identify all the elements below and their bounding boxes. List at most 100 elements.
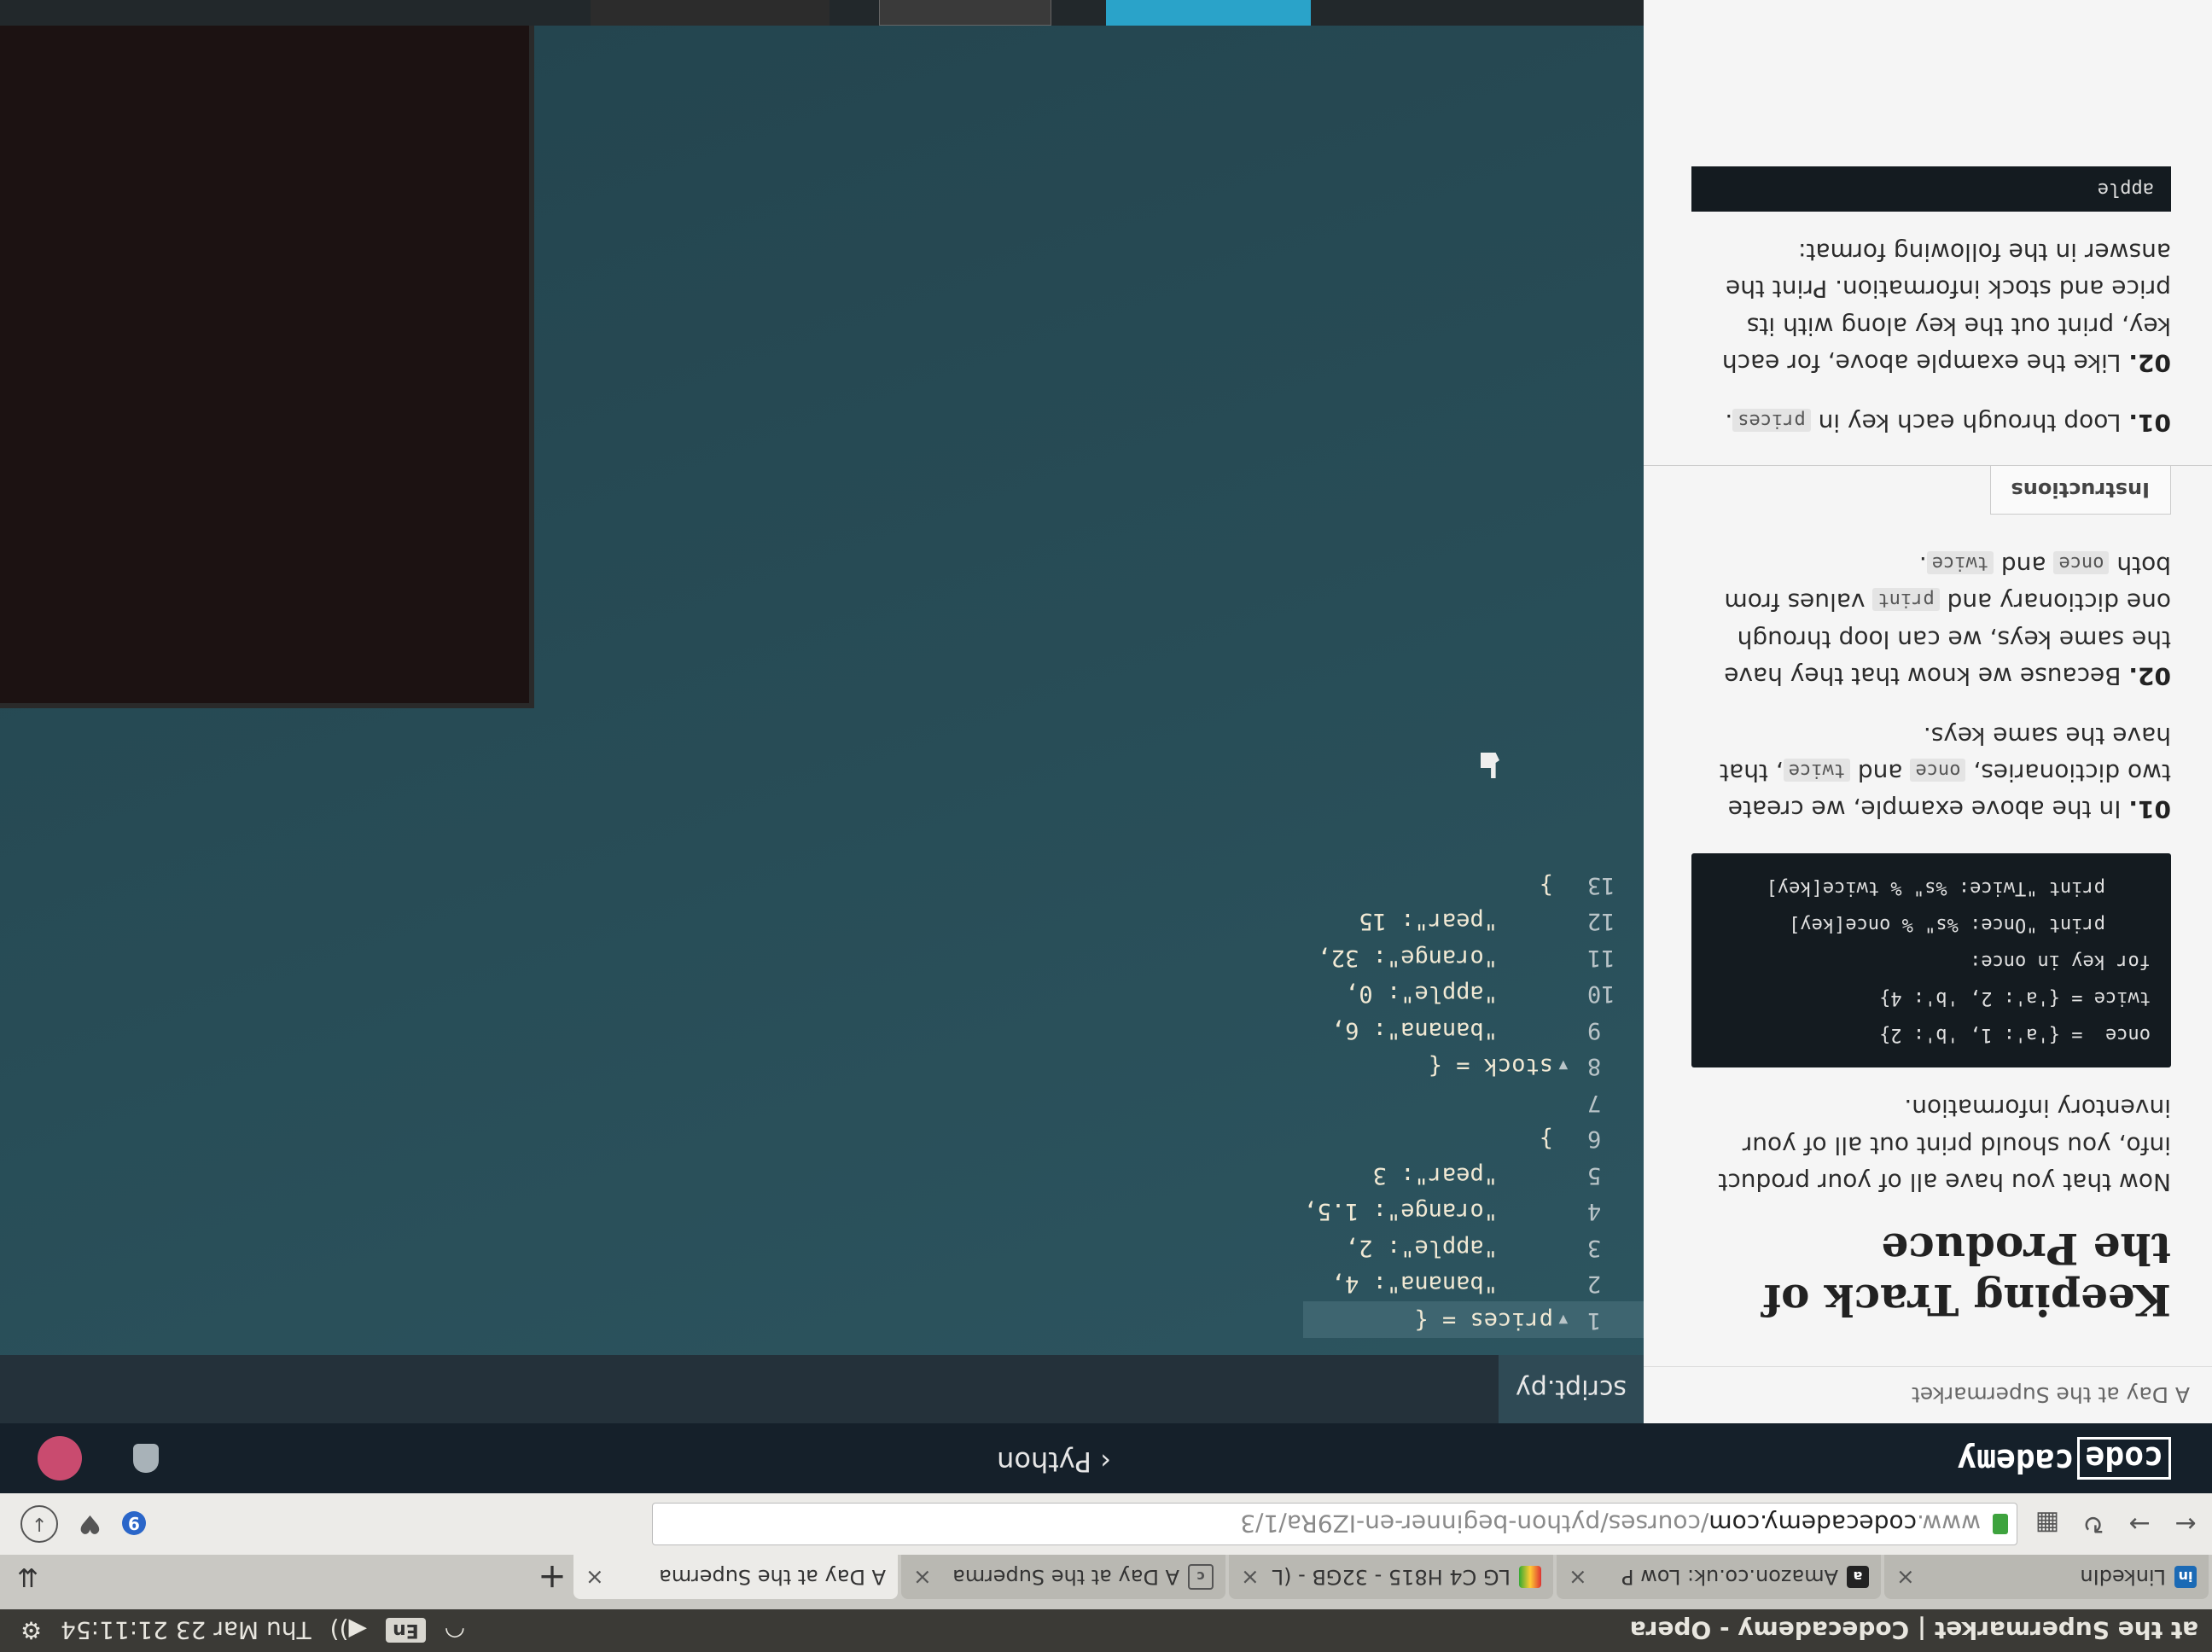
amazon-icon: a (1847, 1566, 1869, 1588)
lesson-panel: A Day at the Supermarket Keeping Track o… (1644, 0, 2212, 1423)
codecademy-logo[interactable]: code cademy (1957, 1437, 2171, 1480)
close-icon[interactable]: × (1569, 1564, 1587, 1590)
back-arrow-icon[interactable]: ← (2166, 1504, 2205, 1544)
url-path: /courses/python-beginner-en-IZ9Ra/1/3 (1240, 1509, 1709, 1539)
wifi-icon[interactable]: ◠ (445, 1617, 465, 1645)
tab-amazon[interactable]: a Amazon.co.uk: Low P × (1557, 1555, 1881, 1599)
code-line[interactable]: 8 ▾ stock = { (1303, 1048, 1644, 1085)
close-icon[interactable]: × (585, 1564, 604, 1590)
line-number: 10 (1587, 980, 1615, 1008)
settings-gear-icon[interactable]: ⚙ (20, 1617, 42, 1645)
instruction-1: 01. Loop through each key in prices. (1691, 404, 2171, 440)
tab-menu-icon[interactable]: ⇊ (17, 1555, 38, 1599)
tab-supermarket-2[interactable]: c A Day at the Superma × (901, 1555, 1225, 1599)
close-icon[interactable]: × (913, 1564, 932, 1590)
step-number: 01. (2128, 795, 2171, 824)
format-example-block: apple (1691, 166, 2171, 212)
code-line[interactable]: 11 "orange": 32, (1303, 939, 1644, 976)
code-text: "banana": 6, (1330, 1017, 1553, 1044)
logo-code: code (2077, 1437, 2171, 1480)
tab-label: A Day at the Superma (952, 1565, 1179, 1589)
instructions-tab[interactable]: Instructions (1989, 465, 2171, 515)
clock[interactable]: Thu Mar 23 21:11:54 (61, 1617, 311, 1645)
text: Like the example above, for each key, pr… (1721, 238, 2171, 378)
reset-button[interactable] (879, 0, 1051, 26)
line-number: 7 (1587, 1090, 1602, 1116)
code-line[interactable]: 4 "orange": 1.5, (1303, 1193, 1644, 1230)
example-code-line: once = {'a': 1, 'b': 2} (1879, 1023, 2151, 1045)
line-number: 3 (1587, 1235, 1602, 1261)
code-line[interactable]: 2 "banana": 4, (1303, 1265, 1644, 1302)
explanation-2: 02. Because we know that they have the s… (1691, 547, 2171, 695)
bell-icon[interactable] (133, 1444, 159, 1473)
code-line[interactable]: 10 "apple": 0, (1303, 975, 1644, 1012)
new-tab-button[interactable]: + (531, 1555, 573, 1599)
line-number: 1 (1587, 1307, 1602, 1334)
course-name: Python (997, 1446, 1092, 1478)
browser-tab-bar: in LinkedIn × a Amazon.co.uk: Low P × LG… (0, 1555, 2212, 1609)
line-number: 5 (1587, 1162, 1602, 1189)
code-line[interactable]: 1 ▾ prices = { (1303, 1301, 1644, 1339)
tab-supermarket-active[interactable]: A Day at the Superma × (573, 1555, 898, 1599)
code-line[interactable]: 6} (1303, 1120, 1644, 1157)
reload-icon[interactable]: ↻ (2074, 1504, 2113, 1544)
avatar[interactable] (38, 1436, 82, 1480)
speed-dial-icon[interactable]: ▦ (2028, 1504, 2067, 1544)
inline-code: twice (1783, 758, 1850, 782)
keyboard-layout-indicator[interactable]: En (386, 1618, 426, 1643)
fold-gutter (1553, 975, 1570, 1012)
code-lines[interactable]: 1 ▾ prices = { 2 "banana": 4, 3 "apple": 2… (1303, 867, 1644, 1339)
os-indicators: ◠ En ◀)) Thu Mar 23 21:11:54 ⚙ (20, 1617, 465, 1645)
fold-arrow-icon[interactable]: ▾ (1553, 1302, 1570, 1339)
tab-script-py[interactable]: script.py (1499, 1355, 1644, 1423)
instruction-2: 02. Like the example above, for each key… (1691, 234, 2171, 382)
code-line[interactable]: 13} (1303, 867, 1644, 904)
fold-gutter (1553, 1012, 1570, 1049)
address-bar[interactable]: www. codecademy.com /courses/python-begi… (652, 1503, 2017, 1545)
code-line[interactable]: 12 "pear": 15 (1303, 903, 1644, 939)
lesson-intro: Now that you have all of your product in… (1718, 1094, 2171, 1196)
code-line[interactable]: 9 "banana": 6, (1303, 1012, 1644, 1049)
line-number: 8 (1587, 1053, 1602, 1080)
tab-label: A Day at the Superma (659, 1565, 886, 1589)
code-text: "apple": 0, (1345, 980, 1553, 1008)
window-title: at the Supermarket | Codecademy - Opera (1629, 1616, 2198, 1645)
code-line[interactable]: 5 "pear": 3 (1303, 1157, 1644, 1194)
line-number: 12 (1587, 908, 1615, 935)
nav-right-tools: 9 ♥ ↓ (20, 1505, 149, 1543)
code-line[interactable]: 7 (1303, 1085, 1644, 1121)
line-number: 9 (1587, 1017, 1602, 1044)
code-text: "orange": 1.5, (1303, 1198, 1553, 1225)
line-number: 2 (1587, 1271, 1602, 1298)
output-console (0, 0, 534, 708)
course-nav[interactable]: ‹ Python (997, 1446, 1111, 1478)
extension-badge[interactable]: 9 (121, 1511, 149, 1537)
tab-label: LinkedIn (2080, 1565, 2166, 1589)
code-line[interactable]: 3 "apple": 2, (1303, 1230, 1644, 1266)
example-code-line: print "Twice: %s" % twice[key] (1766, 877, 2151, 899)
tab-linkedin[interactable]: in LinkedIn × (1884, 1555, 2209, 1599)
example-code-line: twice = {'a': 2, 'b': 4} (1879, 986, 2151, 1009)
tab-label: Amazon.co.uk: Low P (1621, 1565, 1838, 1589)
run-button[interactable] (1106, 0, 1311, 26)
close-icon[interactable]: × (1241, 1564, 1260, 1590)
close-icon[interactable]: × (1896, 1564, 1915, 1590)
volume-icon[interactable]: ◀)) (330, 1617, 367, 1645)
heart-icon[interactable]: ♥ (79, 1509, 102, 1539)
forward-arrow-icon[interactable]: → (2120, 1504, 2159, 1544)
download-icon[interactable]: ↓ (20, 1505, 58, 1543)
fold-gutter (1553, 867, 1570, 904)
url-domain: codecademy.com (1708, 1509, 1917, 1539)
inline-code: print (1872, 588, 1940, 612)
fold-gutter (1553, 903, 1570, 939)
codecademy-header: code cademy ‹ Python (0, 1423, 2212, 1493)
example-code-line: print "Once: %s" % once[key] (1789, 914, 2151, 936)
linkedin-icon: in (2174, 1566, 2197, 1588)
code-text: "pear": 15 (1359, 908, 1553, 935)
code-text: } (1539, 1126, 1553, 1153)
fold-arrow-icon[interactable]: ▾ (1553, 1048, 1570, 1085)
breadcrumb[interactable]: A Day at the Supermarket (1644, 1366, 2212, 1423)
tab-lg-phone[interactable]: LG C4 H815 - 32GB - (L × (1229, 1555, 1553, 1599)
code-text: "banana": 4, (1330, 1271, 1553, 1298)
line-number: 6 (1587, 1126, 1602, 1153)
